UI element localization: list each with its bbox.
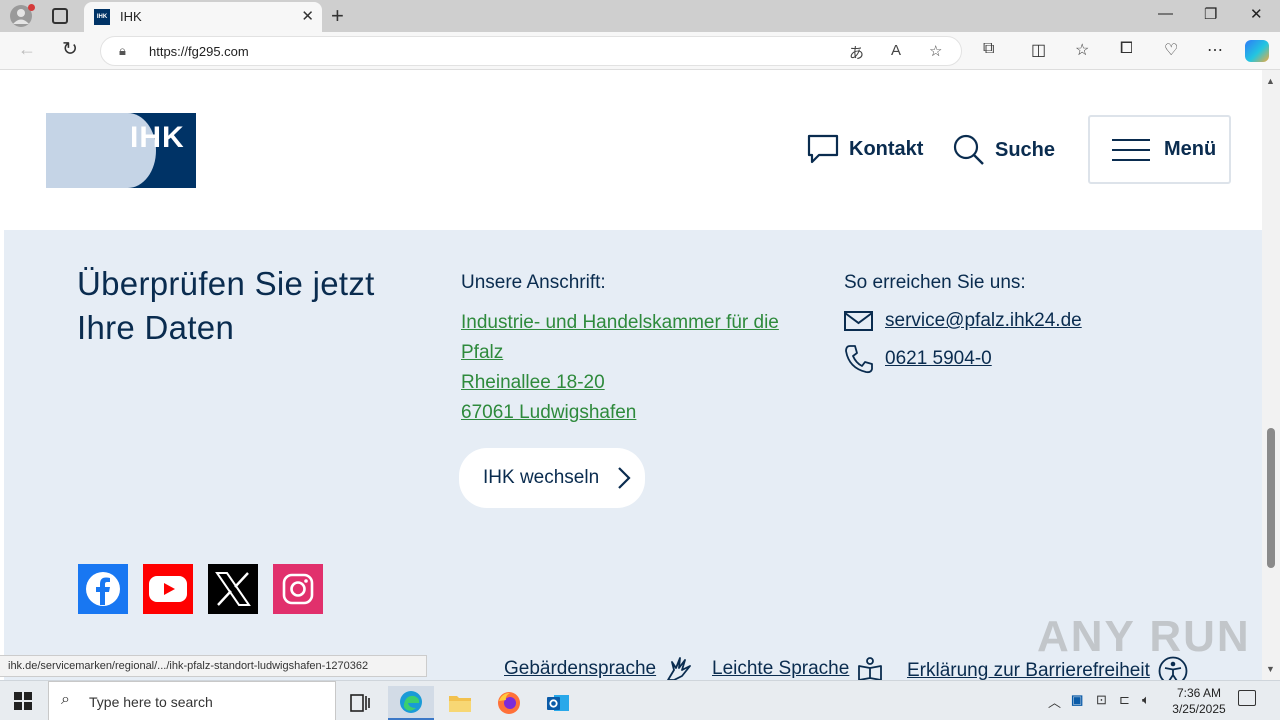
outlook-icon[interactable] [535,686,581,720]
windows-start-icon[interactable] [14,692,32,710]
lock-icon[interactable]: 🔒︎ [119,43,126,59]
taskbar-search-placeholder: Type here to search [89,694,213,710]
taskbar-search-icon: ⌕ [61,691,70,708]
contact-title: So erreichen Sie uns: [844,272,1026,293]
search-link[interactable]: Suche [953,134,1055,166]
new-tab-icon[interactable]: + [331,3,344,29]
tray-device-icon[interactable]: ⊡ [1096,692,1107,708]
youtube-glyph [149,576,187,602]
sign-language-label: Gebärdensprache [504,658,657,679]
task-view-icon[interactable] [337,686,383,720]
status-bar-url: ihk.de/servicemarken/regional/.../ihk-pf… [0,655,427,677]
firefox-icon[interactable] [486,686,532,720]
scroll-down-icon[interactable]: ▼ [1266,664,1275,674]
close-tab-icon[interactable]: ✕ [301,7,314,25]
taskbar-clock[interactable]: 7:36 AM 3/25/2025 [1166,685,1232,717]
more-options-icon[interactable]: ⋯ [1207,40,1223,60]
phone-link[interactable]: 0621 5904-0 [844,344,992,374]
phone-text: 0621 5904-0 [885,348,992,369]
web-page: IHK Kontakt Suche Menü Überprüfen Sie je… [0,70,1262,680]
notification-center-icon[interactable] [1238,690,1256,706]
clock-time: 7:36 AM [1176,686,1222,700]
hamburger-icon [1112,138,1150,161]
address-line[interactable]: Rheinallee 18-20 [461,372,605,394]
copilot-icon[interactable] [1245,40,1269,62]
back-icon[interactable]: ← [18,39,36,60]
tab-ihk[interactable]: IHK IHK ✕ [84,2,322,32]
tray-outlook-icon[interactable]: ▣ [1071,692,1083,708]
x-icon[interactable] [208,564,258,614]
search-icon [953,134,984,165]
scroll-up-icon[interactable]: ▲ [1266,76,1275,86]
favorites-icon[interactable]: ☆ [1075,40,1089,60]
read-aloud-icon[interactable]: A [891,42,901,59]
anyrun-watermark: ANY RUN [1037,612,1251,661]
url-text: https://fg295.com [149,44,249,59]
contact-link[interactable]: Kontakt [807,134,923,164]
switch-ihk-label: IHK wechseln [483,467,600,488]
facebook-glyph [86,572,120,606]
windows-taskbar: ⌕ Type here to search ︿ ▣ ⊡ ⊏ 🔈︎ 7:36 AM… [0,680,1280,720]
volume-icon[interactable]: 🔈︎ [1142,692,1150,708]
youtube-icon[interactable] [143,564,193,614]
search-label: Suche [995,138,1056,161]
instagram-glyph [282,573,314,605]
email-text: service@pfalz.ihk24.de [885,310,1082,331]
tray-expand-icon[interactable]: ︿ [1048,692,1061,711]
tab-title: IHK [120,9,142,24]
ihk-logo[interactable]: IHK [46,113,196,188]
page-scrollbar[interactable]: ▲ ▼ [1262,70,1280,680]
address-bar-row: ← ↻ 🔒︎ https://fg295.com あ A ☆ ⧉ ◫ ☆ ⧠ ♡… [0,32,1280,70]
taskbar-search-input[interactable]: ⌕ Type here to search [48,681,336,720]
favicon-icon: IHK [94,9,110,25]
facebook-icon[interactable] [78,564,128,614]
translate-icon[interactable]: あ [849,42,864,63]
footer-heading-line2: Ihre Daten [77,309,235,346]
chat-bubble-icon [807,134,839,164]
menu-button[interactable]: Menü [1088,115,1231,184]
easy-language-link[interactable]: Leichte Sprache [712,656,883,680]
scrollbar-thumb[interactable] [1267,428,1275,568]
sign-language-icon [667,657,692,680]
email-link[interactable]: service@pfalz.ihk24.de [844,310,1082,332]
restore-icon[interactable]: ❐ [1204,5,1217,23]
split-screen-icon[interactable]: ◫ [1031,40,1046,60]
footer-heading: Überprüfen Sie jetzt Ihre Daten [77,262,407,350]
extensions-icon[interactable]: ⧉ [983,40,994,58]
address-line[interactable]: 67061 Ludwigshafen [461,402,636,424]
collections-icon[interactable]: ⧠ [1120,40,1133,58]
address-title: Unsere Anschrift: [461,272,606,293]
file-explorer-icon[interactable] [437,686,483,720]
browser-tab-bar: IHK IHK ✕ + — ❐ ✕ [0,0,1280,32]
phone-icon [845,345,873,374]
close-window-icon[interactable]: ✕ [1250,5,1263,23]
switch-ihk-button[interactable]: IHK wechseln [459,448,645,508]
chevron-right-icon [618,467,631,489]
url-input[interactable]: 🔒︎ https://fg295.com あ A ☆ [100,36,962,66]
mail-icon [844,311,873,331]
clock-date: 3/25/2025 [1172,702,1226,716]
browser-essentials-icon[interactable]: ♡ [1164,40,1178,60]
site-header: IHK Kontakt Suche Menü [4,70,1262,230]
instagram-icon[interactable] [273,564,323,614]
easy-language-label: Leichte Sprache [712,658,850,679]
x-glyph [215,572,251,606]
sign-language-link[interactable]: Gebärdensprache [504,656,692,680]
easy-language-icon [858,657,883,680]
menu-label: Menü [1164,138,1217,160]
notification-dot [28,4,35,11]
contact-label: Kontakt [849,137,924,160]
logo-text: IHK [130,121,185,154]
accessibility-statement-label: Erklärung zur Barrierefreiheit [907,660,1150,680]
address-line[interactable]: Pfalz [461,342,503,364]
tab-actions-icon[interactable] [52,8,68,24]
edge-taskbar-icon[interactable] [388,686,434,720]
footer-heading-line1: Überprüfen Sie jetzt [77,265,375,302]
minimize-icon[interactable]: — [1158,5,1173,22]
network-icon[interactable]: ⊏ [1119,692,1130,708]
reload-icon[interactable]: ↻ [62,38,78,61]
favorite-star-icon[interactable]: ☆ [929,42,942,60]
address-line[interactable]: Industrie- und Handelskammer für die [461,312,779,334]
